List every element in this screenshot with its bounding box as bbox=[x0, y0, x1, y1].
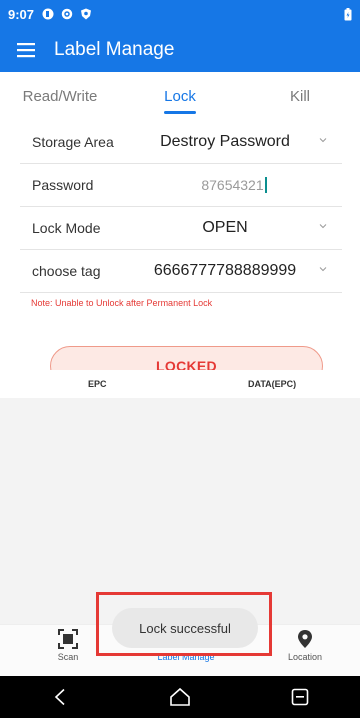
lock-form: Storage Area Destroy Password Password 8… bbox=[20, 121, 342, 293]
chevron-down-icon bbox=[319, 138, 327, 143]
recents-button[interactable] bbox=[288, 685, 312, 709]
app-icon bbox=[42, 8, 54, 20]
data-epc-column-header: DATA(EPC) bbox=[248, 379, 297, 389]
location-pin-icon bbox=[298, 630, 312, 648]
nav-label: Scan bbox=[57, 652, 79, 662]
tab-indicator bbox=[164, 111, 196, 114]
menu-button[interactable] bbox=[4, 28, 48, 72]
tab-kill[interactable]: Kill bbox=[240, 80, 360, 120]
epc-column-header: EPC bbox=[88, 379, 107, 389]
lock-mode-value: OPEN bbox=[202, 219, 248, 236]
password-value: 87654321 bbox=[201, 177, 264, 193]
home-icon bbox=[170, 687, 190, 706]
nav-location[interactable]: Location bbox=[265, 629, 345, 662]
warning-note: Note: Unable to Unlock after Permanent L… bbox=[31, 298, 213, 308]
epc-list[interactable] bbox=[0, 398, 360, 624]
highlight-frame bbox=[96, 592, 272, 656]
password-label: Password bbox=[32, 177, 94, 193]
recents-icon bbox=[291, 688, 309, 706]
scan-icon bbox=[58, 629, 78, 649]
tab-lock[interactable]: Lock bbox=[120, 80, 240, 120]
app-title: Label Manage bbox=[54, 39, 175, 60]
tab-label: Lock bbox=[164, 88, 196, 105]
menu-icon bbox=[17, 43, 35, 58]
password-input-wrap: 87654321 bbox=[132, 177, 342, 193]
settings-icon bbox=[61, 8, 73, 20]
screen: 9:07 Label Manage Read/Write Lock Kill S… bbox=[0, 0, 360, 718]
home-button[interactable] bbox=[168, 685, 192, 709]
storage-area-select[interactable]: Storage Area Destroy Password bbox=[20, 121, 342, 164]
chevron-down-icon bbox=[319, 267, 327, 272]
back-button[interactable] bbox=[48, 685, 72, 709]
shield-icon bbox=[81, 8, 92, 20]
tab-label: Kill bbox=[289, 88, 310, 105]
back-icon bbox=[54, 688, 65, 706]
choose-tag-value: 6666777788889999 bbox=[153, 262, 297, 279]
tab-label: Read/Write bbox=[22, 88, 98, 105]
tab-read-write[interactable]: Read/Write bbox=[0, 80, 120, 120]
status-time: 9:07 bbox=[8, 6, 35, 22]
app-bar: Label Manage bbox=[0, 28, 360, 72]
status-bar: 9:07 bbox=[0, 0, 360, 28]
battery-icon bbox=[344, 7, 352, 20]
system-nav-bar bbox=[0, 676, 360, 718]
text-cursor bbox=[264, 177, 267, 193]
storage-area-value: Destroy Password bbox=[160, 133, 290, 150]
nav-label: Location bbox=[287, 652, 323, 662]
lock-mode-select[interactable]: Lock Mode OPEN bbox=[20, 207, 342, 250]
choose-tag-select[interactable]: choose tag 6666777788889999 bbox=[20, 250, 342, 293]
storage-area-label: Storage Area bbox=[32, 134, 114, 150]
tab-bar: Read/Write Lock Kill bbox=[0, 80, 360, 120]
choose-tag-label: choose tag bbox=[32, 263, 101, 279]
password-field[interactable]: Password 87654321 bbox=[20, 164, 342, 207]
lock-mode-label: Lock Mode bbox=[32, 220, 101, 236]
chevron-down-icon bbox=[319, 224, 327, 229]
